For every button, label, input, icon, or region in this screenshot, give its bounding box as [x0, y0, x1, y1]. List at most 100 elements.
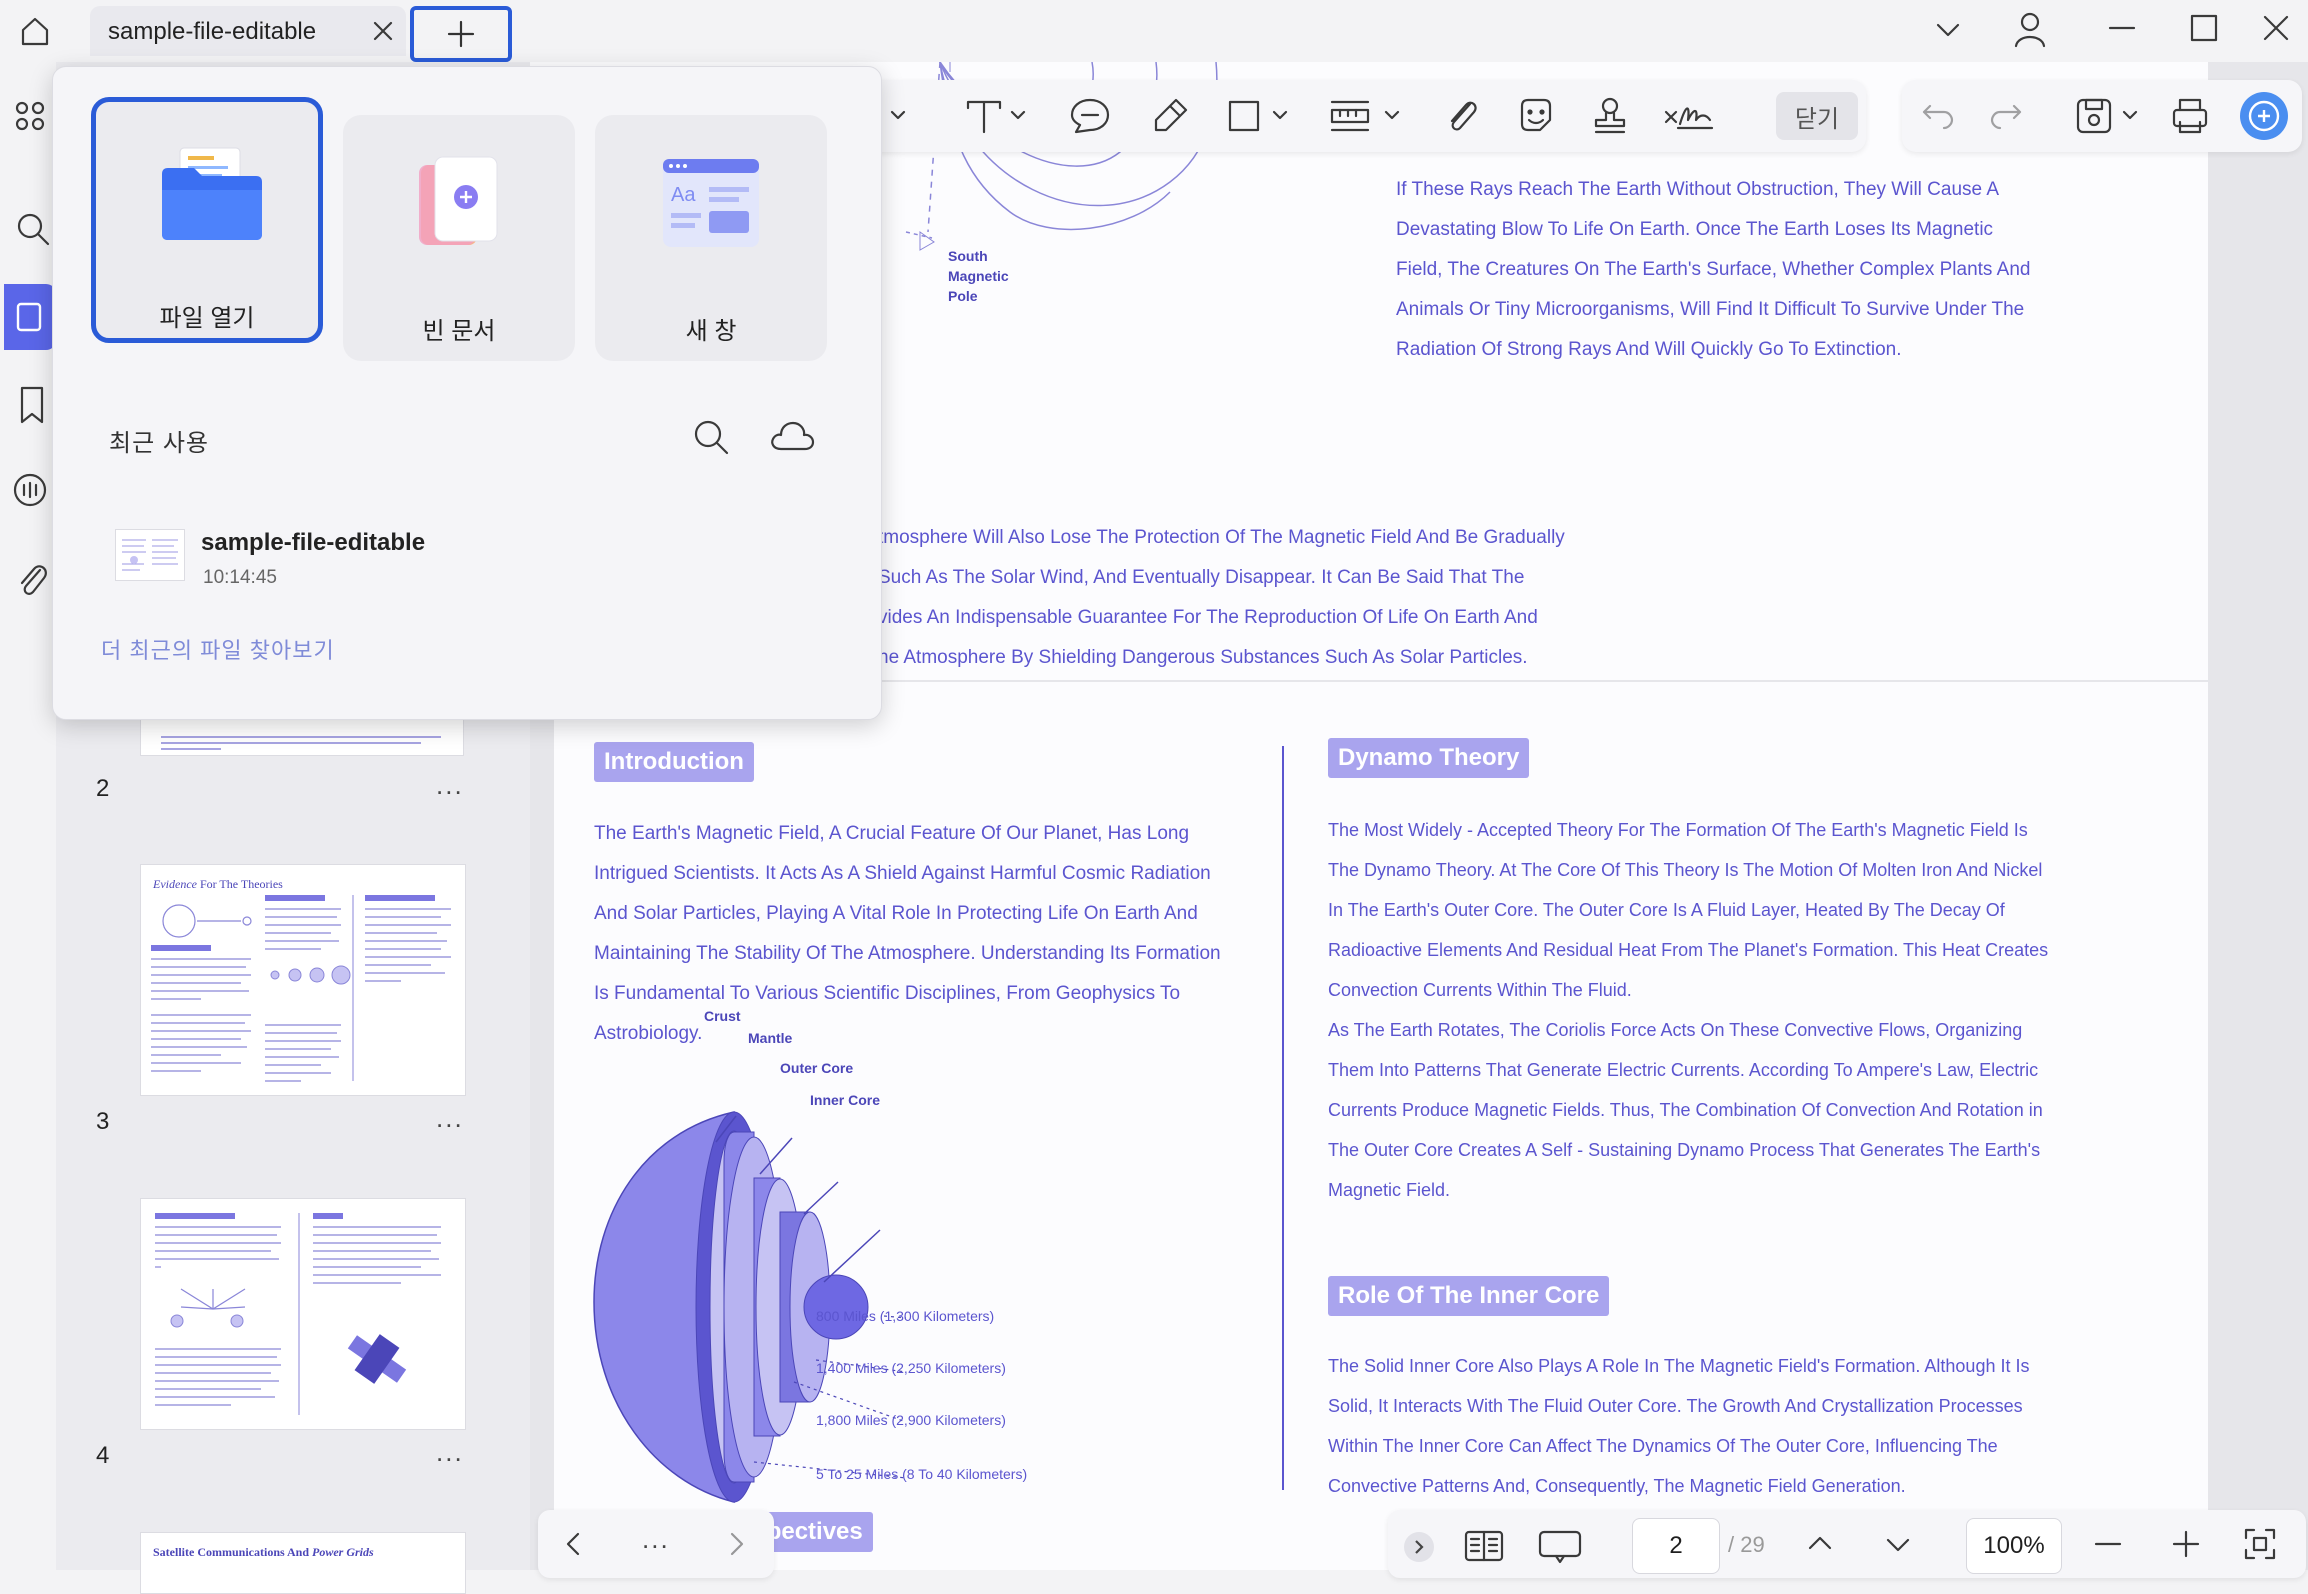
- close-window-icon[interactable]: [2256, 8, 2296, 48]
- more-options-icon[interactable]: ...: [642, 1524, 670, 1555]
- depth-label: 5 To 25 Miles (8 To 40 Kilometers): [816, 1466, 1028, 1482]
- text-icon[interactable]: [962, 94, 1042, 138]
- sticker-icon[interactable]: [1514, 94, 1558, 138]
- page-nav-bar: 2 / 29 100%: [1388, 1510, 2306, 1578]
- card-label: 새 창: [685, 318, 737, 345]
- dynamo-paragraph: The Most Widely - Accepted Theory For Th…: [1328, 820, 2049, 1200]
- page-number: 4: [96, 1442, 110, 1469]
- thumbnail-title: Satellite Communications And Power Grids: [153, 1545, 374, 1559]
- recent-file-item[interactable]: sample-file-editable 10:14:45: [53, 509, 881, 627]
- minimize-icon[interactable]: [2102, 8, 2142, 48]
- stamp-icon[interactable]: [1588, 94, 1632, 138]
- chevron-right-icon[interactable]: [718, 1524, 754, 1564]
- bookmark-icon[interactable]: [12, 382, 52, 428]
- svg-text:Aa: Aa: [671, 184, 696, 206]
- highlighter-icon[interactable]: [1148, 94, 1192, 138]
- page-thumbnail-5[interactable]: Satellite Communications And Power Grids: [140, 1532, 466, 1594]
- presentation-icon[interactable]: [1536, 1526, 1584, 1566]
- card-label: 파일 열기: [159, 305, 255, 332]
- section-heading: Introduction: [594, 742, 754, 782]
- open-file-card[interactable]: 파일 열기: [91, 97, 323, 343]
- upper-right-paragraph: If These Rays Reach The Earth Without Ob…: [1396, 179, 2031, 360]
- outer-core-label: Outer Core: [780, 1060, 854, 1076]
- annotation-toolbar: 닫기: [858, 80, 1866, 152]
- document-tab[interactable]: sample-file-editable: [90, 6, 406, 56]
- depth-label: 1,400 Miles (2,250 Kilometers): [816, 1360, 1006, 1376]
- crust-label: Crust: [704, 1008, 741, 1024]
- user-icon[interactable]: [2008, 6, 2052, 54]
- section-heading: Dynamo Theory: [1328, 738, 1530, 778]
- close-tab-icon[interactable]: [366, 14, 400, 48]
- page-number-input[interactable]: 2: [1632, 1518, 1720, 1574]
- south-pole-label: South Magnetic Pole: [948, 248, 1009, 304]
- page-layout-icon[interactable]: [1462, 1526, 1506, 1566]
- search-icon[interactable]: [10, 206, 54, 250]
- chevron-left-icon[interactable]: [556, 1524, 592, 1564]
- file-thumbnail: [115, 529, 185, 581]
- cloud-icon[interactable]: [767, 415, 817, 459]
- intro-paragraph: The Earth's Magnetic Field, A Crucial Fe…: [594, 823, 1221, 1044]
- zoom-in-icon[interactable]: [2166, 1524, 2206, 1564]
- save-icon[interactable]: [2072, 94, 2152, 138]
- page-number: 2: [96, 775, 110, 802]
- section-heading: Role Of The Inner Core: [1328, 1276, 1610, 1316]
- apps-grid-icon[interactable]: [12, 98, 52, 138]
- more-options-icon[interactable]: ...: [436, 1437, 464, 1468]
- blank-document-card[interactable]: 빈 문서: [343, 115, 575, 361]
- recent-file-name: sample-file-editable: [201, 529, 426, 556]
- new-tab-button[interactable]: [410, 6, 512, 62]
- page-thumbnail-3[interactable]: Evidence For The Theories: [140, 864, 466, 1096]
- depth-label: 800 Miles (1,300 Kilometers): [816, 1308, 995, 1324]
- file-toolbar: [1902, 80, 2302, 152]
- signature-icon[interactable]: [1660, 94, 1716, 138]
- close-toolbar-button[interactable]: 닫기: [1776, 92, 1858, 140]
- more-options-icon[interactable]: ...: [436, 1103, 464, 1134]
- thumbnail-title: Evidence For The Theories: [153, 877, 283, 891]
- more-options-icon[interactable]: ...: [436, 770, 464, 801]
- recent-file-time: 10:14:45: [203, 567, 277, 588]
- home-icon[interactable]: [10, 6, 60, 56]
- new-document-icon: [419, 156, 498, 245]
- zoom-out-icon[interactable]: [2088, 1524, 2128, 1564]
- page-total: / 29: [1728, 1532, 1765, 1557]
- document-page-2: Introduction The Earth's Magnetic Field,…: [554, 682, 2208, 1570]
- mantle-label: Mantle: [748, 1030, 793, 1046]
- inner-core-label: Inner Core: [810, 1092, 881, 1108]
- chevron-down-icon[interactable]: [1878, 1524, 1918, 1564]
- attachment-icon[interactable]: [10, 556, 54, 606]
- recent-section-title: 최근 사용: [109, 430, 209, 457]
- undo-icon[interactable]: [1918, 96, 1958, 136]
- fit-page-icon[interactable]: [2240, 1524, 2280, 1564]
- maximize-icon[interactable]: [2184, 8, 2224, 48]
- zoom-level-input[interactable]: 100%: [1966, 1518, 2062, 1574]
- comments-icon[interactable]: [8, 468, 54, 514]
- comment-icon[interactable]: [1068, 94, 1112, 138]
- attach-file-icon[interactable]: [1440, 94, 1484, 138]
- page-nav-bar-left: ...: [538, 1510, 774, 1578]
- shape-icon[interactable]: [1224, 94, 1304, 138]
- chevron-down-icon[interactable]: [1928, 12, 1968, 48]
- inner-core-paragraph: The Solid Inner Core Also Plays A Role I…: [1328, 1356, 2030, 1496]
- depth-label: 1,800 Miles (2,900 Kilometers): [816, 1412, 1006, 1428]
- title-bar: sample-file-editable: [0, 0, 2308, 62]
- new-window-icon: Aa: [663, 159, 759, 247]
- thumbnails-rail-button[interactable]: [4, 284, 56, 350]
- folder-icon: [162, 147, 262, 240]
- left-rail: [0, 62, 56, 1570]
- print-icon[interactable]: [2168, 94, 2212, 138]
- measure-icon[interactable]: [1326, 94, 1416, 138]
- page-thumbnail-4[interactable]: [140, 1198, 466, 1430]
- expand-icon[interactable]: [1404, 1532, 1434, 1562]
- new-tab-popup: 파일 열기 빈 문서 Aa 새 창 최근 사용 sample-file-edit…: [52, 66, 882, 720]
- page-number: 3: [96, 1108, 110, 1135]
- ai-assistant-icon[interactable]: [2240, 92, 2288, 140]
- more-recent-files-link[interactable]: 더 최근의 파일 찾아보기: [101, 633, 335, 665]
- search-icon[interactable]: [689, 415, 733, 459]
- new-window-card[interactable]: Aa 새 창: [595, 115, 827, 361]
- column-divider: [1282, 746, 1284, 1490]
- card-label: 빈 문서: [422, 318, 496, 345]
- chevron-up-icon[interactable]: [1800, 1524, 1840, 1564]
- tab-title: sample-file-editable: [108, 18, 317, 45]
- redo-icon[interactable]: [1986, 96, 2026, 136]
- upper-left-paragraph: tmosphere Will Also Lose The Protection …: [878, 527, 1565, 668]
